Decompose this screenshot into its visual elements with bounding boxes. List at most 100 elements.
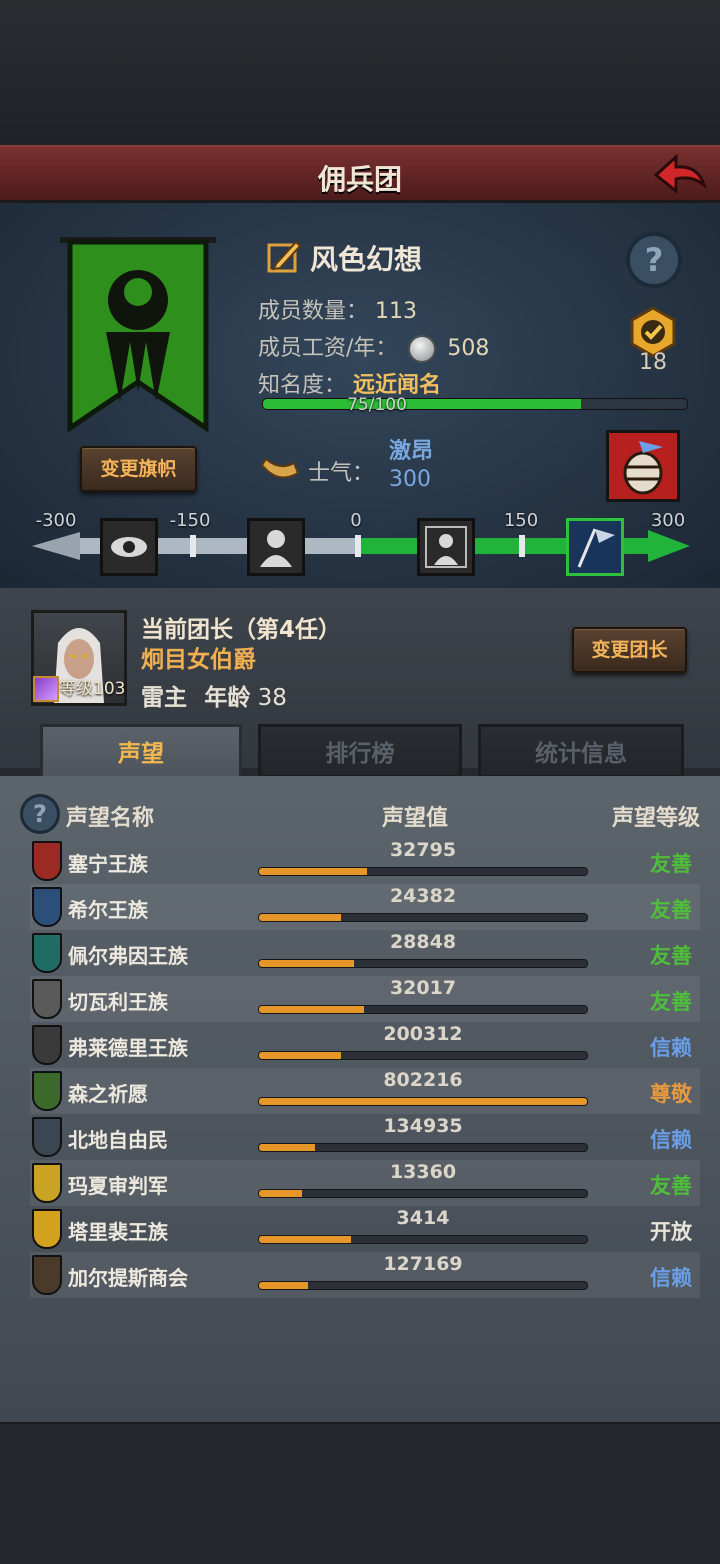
reputation-value: 24382 <box>389 885 457 907</box>
title-bar: 佣兵团 <box>0 145 720 203</box>
faction-crest-icon <box>32 841 62 881</box>
faction-row[interactable]: 佩尔弗因王族 28848 友善 <box>30 930 700 976</box>
faction-crest-icon <box>32 1255 62 1295</box>
faction-name: 佩尔弗因王族 <box>68 944 188 968</box>
members-value: 113 <box>375 299 418 324</box>
reputation-bar-fill <box>259 1098 587 1105</box>
help-icon[interactable]: ? <box>20 794 60 834</box>
despair-figure-icon <box>247 518 305 576</box>
faction-crest-icon <box>32 887 62 927</box>
reputation-bar <box>258 959 588 968</box>
faction-row[interactable]: 塞宁王族 32795 友善 <box>30 838 700 884</box>
faction-name: 森之祈愿 <box>68 1082 148 1106</box>
reputation-bar-fill <box>259 1144 315 1151</box>
reputation-value: 802216 <box>383 1069 463 1091</box>
change-leader-button[interactable]: 变更团长 <box>572 627 687 673</box>
reputation-level: 友善 <box>650 990 692 1014</box>
leader-level: 等级103 <box>33 674 125 702</box>
morale-tick: -150 <box>169 510 211 531</box>
col-level-header: 声望等级 <box>611 806 700 831</box>
calm-figure-icon <box>417 518 475 576</box>
members-row: 成员数量： 113 <box>258 293 417 325</box>
reputation-bar <box>258 1051 588 1060</box>
faction-crest-icon <box>32 933 62 973</box>
banner-charge-icon <box>566 518 624 576</box>
faction-crest-icon <box>32 1025 62 1065</box>
horn-icon <box>260 455 300 485</box>
tab-ranking[interactable]: 排行榜 <box>258 724 462 778</box>
age-value: 38 <box>257 685 287 711</box>
faction-name: 玛夏审判军 <box>68 1174 168 1198</box>
faction-crest-icon <box>32 1163 62 1203</box>
faction-row[interactable]: 弗莱德里王族 200312 信赖 <box>30 1022 700 1068</box>
change-flag-button[interactable]: 变更旗帜 <box>80 446 197 492</box>
list-header: ? 声望名称 声望值 声望等级 <box>20 794 700 834</box>
faction-row[interactable]: 切瓦利王族 32017 友善 <box>30 976 700 1022</box>
morale-label: 士气： <box>308 461 375 486</box>
faction-row[interactable]: 加尔提斯商会 127169 信赖 <box>30 1252 700 1298</box>
faction-row[interactable]: 希尔王族 24382 友善 <box>30 884 700 930</box>
tab-statistics[interactable]: 统计信息 <box>478 724 684 778</box>
reputation-value: 13360 <box>389 1161 457 1183</box>
back-arrow-icon[interactable] <box>648 151 708 199</box>
faction-row[interactable]: 北地自由民 134935 信赖 <box>30 1114 700 1160</box>
help-icon[interactable]: ? <box>626 232 682 288</box>
faction-crest-icon <box>32 1071 62 1111</box>
faction-name: 加尔提斯商会 <box>68 1266 188 1290</box>
leader-class: 雷主 <box>141 685 187 711</box>
faction-row[interactable]: 塔里裴王族 3414 开放 <box>30 1206 700 1252</box>
morale-value: 300 <box>389 467 431 492</box>
reputation-bar-fill <box>259 1006 364 1013</box>
reputation-bar <box>258 1235 588 1244</box>
level-value: 103 <box>93 679 126 699</box>
barrel-icon[interactable] <box>606 430 680 502</box>
faction-row[interactable]: 玛夏审判军 13360 友善 <box>30 1160 700 1206</box>
level-label: 等级 <box>59 679 93 699</box>
top-backdrop <box>0 0 720 145</box>
morale-tick: -300 <box>35 510 77 531</box>
reputation-bar-fill <box>259 1282 309 1289</box>
reputation-bar-fill <box>259 1236 351 1243</box>
faction-name: 塔里裴王族 <box>68 1220 168 1244</box>
reputation-level: 开放 <box>650 1220 692 1244</box>
faction-name: 希尔王族 <box>68 898 148 922</box>
age-label: 年龄 <box>204 685 251 711</box>
leader-title: 当前团长（第4任） <box>141 617 342 643</box>
reputation-bar <box>258 867 588 876</box>
reputation-bar <box>258 1005 588 1014</box>
col-value-header: 声望值 <box>382 806 449 831</box>
faction-name: 弗莱德里王族 <box>68 1036 188 1060</box>
reputation-value: 3414 <box>396 1207 450 1229</box>
reputation-value: 28848 <box>389 931 457 953</box>
reputation-level: 尊敬 <box>650 1082 692 1106</box>
reputation-level: 友善 <box>650 898 692 922</box>
bottom-backdrop <box>0 1422 720 1564</box>
reputation-bar-fill <box>259 1052 341 1059</box>
edit-name-icon[interactable] <box>266 236 304 274</box>
col-name-header: 声望名称 <box>66 806 155 831</box>
faction-crest-icon <box>32 979 62 1019</box>
reputation-bar-fill <box>259 960 355 967</box>
salary-label: 成员工资/年： <box>258 336 398 361</box>
faction-name: 北地自由民 <box>68 1128 168 1152</box>
reputation-level: 信赖 <box>650 1036 692 1060</box>
silver-coin-icon <box>408 335 437 363</box>
faction-name: 塞宁王族 <box>68 852 148 876</box>
faction-crest-icon <box>32 1117 62 1157</box>
leader-info: 雷主 年龄 38 <box>141 678 287 712</box>
reputation-level: 信赖 <box>650 1128 692 1152</box>
class-icon <box>33 676 59 702</box>
faction-name: 切瓦利王族 <box>68 990 168 1014</box>
tab-reputation[interactable]: 声望 <box>40 724 242 778</box>
medal-count: 18 <box>639 350 667 375</box>
reputation-bar <box>258 1097 588 1106</box>
morale-tick: 150 <box>503 510 539 531</box>
reputation-value: 127169 <box>383 1253 463 1275</box>
reputation-bar <box>258 1281 588 1290</box>
salary-row: 成员工资/年： 508 <box>258 330 489 363</box>
reputation-level: 友善 <box>650 1174 692 1198</box>
faction-row[interactable]: 森之祈愿 802216 尊敬 <box>30 1068 700 1114</box>
guild-banner-icon <box>58 232 218 442</box>
morale-state: 激昂 <box>389 439 434 464</box>
reputation-bar-fill <box>259 1190 302 1197</box>
